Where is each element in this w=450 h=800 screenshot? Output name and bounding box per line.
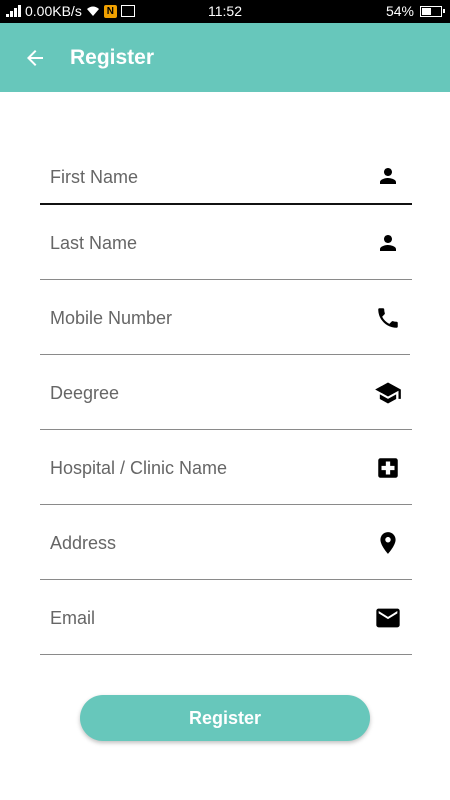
register-form xyxy=(40,140,412,655)
battery-percent: 54% xyxy=(385,3,414,19)
degree-input[interactable] xyxy=(50,377,350,409)
person-icon xyxy=(374,229,402,257)
status-time: 11:52 xyxy=(208,3,242,19)
mobile-number-input[interactable] xyxy=(50,302,350,334)
location-pin-icon xyxy=(374,529,402,557)
last-name-input[interactable] xyxy=(50,227,350,259)
address-field xyxy=(40,505,412,580)
status-bar: 0.00KB/s N 11:52 54% xyxy=(0,0,450,23)
back-button[interactable] xyxy=(0,23,70,92)
hospital-clinic-input[interactable] xyxy=(50,452,350,484)
first-name-input[interactable] xyxy=(50,161,350,193)
graduation-cap-icon xyxy=(374,379,402,407)
arrow-left-icon xyxy=(27,49,43,66)
medical-cross-icon xyxy=(374,454,402,482)
address-input[interactable] xyxy=(50,527,350,559)
degree-field xyxy=(40,355,412,430)
email-input[interactable] xyxy=(50,602,350,634)
battery-icon xyxy=(420,5,445,17)
status-right: 54% xyxy=(385,3,445,19)
email-field xyxy=(40,580,412,655)
page-title: Register xyxy=(70,45,155,69)
register-button[interactable]: Register xyxy=(80,695,370,741)
app-bar: Register xyxy=(0,23,450,92)
last-name-field xyxy=(40,205,412,280)
person-icon xyxy=(374,162,402,190)
phone-icon xyxy=(374,304,402,332)
hospital-clinic-field xyxy=(40,430,412,505)
mail-icon xyxy=(374,604,402,632)
first-name-field xyxy=(40,140,412,205)
mobile-number-field xyxy=(40,280,410,355)
